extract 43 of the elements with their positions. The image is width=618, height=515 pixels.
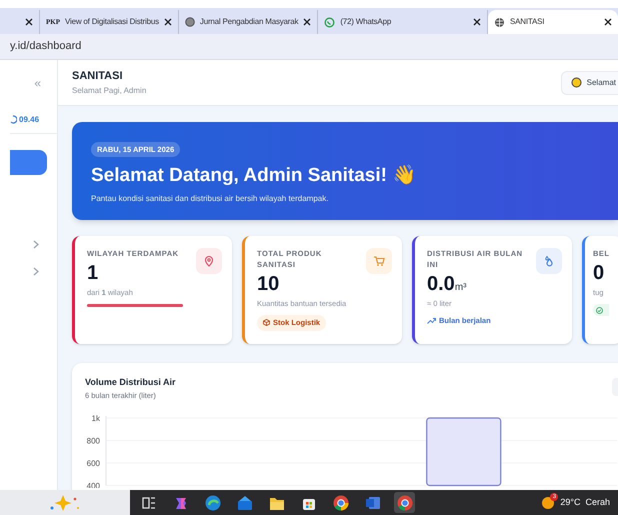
mail-icon[interactable]: [236, 494, 254, 512]
weather-label: Cerah: [585, 496, 610, 509]
browser-icon[interactable]: [204, 494, 222, 512]
close-icon[interactable]: [164, 18, 172, 26]
stat-value: 1: [87, 262, 98, 284]
greeting-text: Selamat Pagi, Admin: [72, 84, 148, 97]
check-circle-icon: [596, 306, 603, 314]
tab-title: (72) WhatsApp: [340, 16, 392, 28]
time-label: 09.46: [19, 114, 40, 126]
active-nav-item[interactable]: [10, 150, 47, 175]
chart-title: Volume Distribusi Air: [85, 376, 177, 389]
stat-value: 0.0: [427, 273, 455, 295]
cart-icon: [373, 255, 385, 267]
temperature-label: 29°C: [560, 496, 580, 509]
welcome-heading: Selamat Datang, Admin Sanitasi! 👋: [91, 164, 418, 188]
stat-value: 10: [257, 273, 280, 295]
chrome-icon[interactable]: [332, 494, 350, 512]
tab-title: SANITASI: [510, 16, 546, 28]
address-field[interactable]: y.id/dashboard: [10, 38, 82, 55]
close-icon[interactable]: [303, 18, 312, 26]
stat-value: 0: [593, 262, 604, 284]
axis-tick-label: 800: [86, 436, 100, 446]
hero-description: Pantau kondisi sanitasi dan distribusi air bersih wilayah terdampak.: [91, 192, 330, 205]
clock-icon: [10, 115, 17, 124]
greeting-button[interactable]: Selamat: [560, 70, 618, 94]
page-title: SANITASI: [72, 69, 124, 84]
unit-label: m³: [454, 281, 466, 295]
sun-icon: [570, 77, 582, 88]
weather-sun-icon: [541, 496, 556, 510]
tab-title: Jurnal Pengabdian Masyarak: [200, 16, 298, 28]
trend-up-icon: [427, 318, 436, 324]
tab-title: View of Digitalisasi Distribus: [65, 16, 159, 28]
chat-icon: [324, 16, 336, 28]
axis-tick-label: 1k: [92, 414, 100, 423]
location-pin-icon: [203, 255, 215, 267]
close-icon[interactable]: [604, 18, 612, 26]
box-icon: [263, 319, 270, 326]
droplets-icon: [543, 255, 555, 267]
close-icon[interactable]: [25, 18, 33, 26]
browser-tab[interactable]: SANITASI: [488, 10, 618, 34]
close-icon[interactable]: [473, 18, 481, 26]
chrome-icon[interactable]: [396, 494, 414, 512]
axis-tick-label: 600: [86, 458, 100, 468]
